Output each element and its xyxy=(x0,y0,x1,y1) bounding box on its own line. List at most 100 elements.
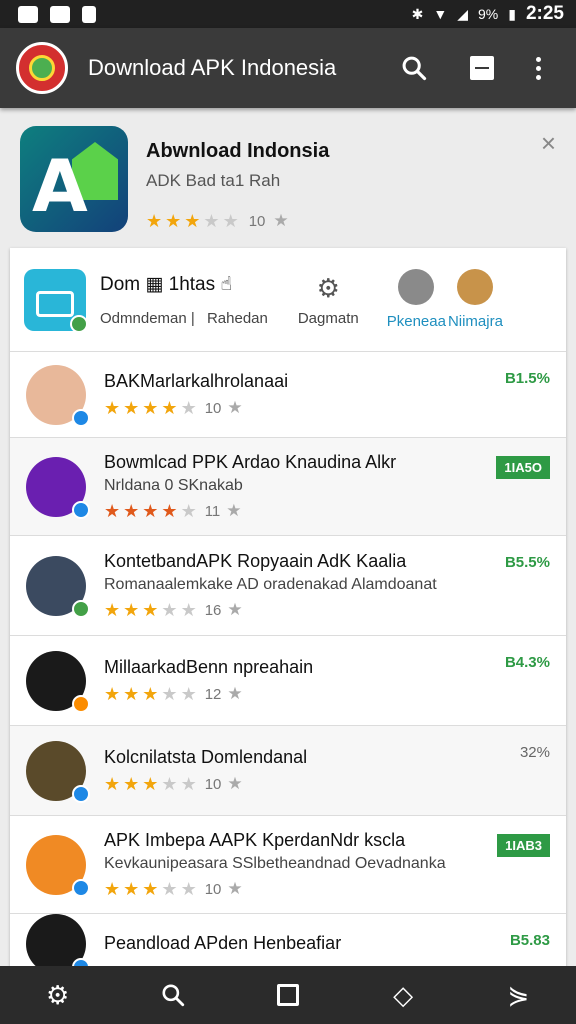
verified-badge-icon xyxy=(72,599,90,618)
app-icon xyxy=(26,555,90,618)
window-button[interactable] xyxy=(460,46,504,90)
star-icon: ★ xyxy=(180,774,197,794)
featured-subtitle: ADK Bad ta1 Rah xyxy=(146,171,281,190)
category-main[interactable]: Dom ▦ 1htas ☝ Odmndeman | Rahedan xyxy=(100,273,268,327)
rating-count: 10 xyxy=(204,399,222,417)
app-icon xyxy=(26,834,90,897)
square-icon xyxy=(470,56,494,80)
star-icon: ★ xyxy=(226,501,242,520)
app-subtitle: Kevkaunipeasara SSlbetheandnad Oevadnank… xyxy=(104,855,446,872)
star-rating: ★ ★ ★ ★ ★ xyxy=(104,775,197,793)
star-icon: ★ xyxy=(142,501,159,521)
star-icon: ★ xyxy=(227,600,243,619)
category-pkeneaa[interactable]: Pkeneaa xyxy=(387,269,446,330)
star-icon: ★ xyxy=(123,501,140,521)
app-rating: ★ ★ ★ ★ ★ 10 ★ xyxy=(104,879,566,899)
star-icon: ★ xyxy=(180,684,197,704)
landscape-icon xyxy=(457,269,494,305)
store-icon: ▦ xyxy=(145,273,164,295)
star-icon: ★ xyxy=(161,398,178,418)
star-icon: ★ xyxy=(161,774,178,794)
search-nav-button[interactable] xyxy=(148,970,198,1020)
overflow-menu-button[interactable] xyxy=(516,46,560,90)
category-label: Pkeneaa xyxy=(386,313,446,330)
tag-button[interactable]: ◇ xyxy=(378,970,428,1020)
star-icon: ★ xyxy=(165,211,182,231)
bottom-navigation: ⚙ ◇ ⋟ xyxy=(0,966,576,1024)
app-list-item[interactable]: Kolcnilatsta Domlendanal ★ ★ ★ ★ ★ 10 ★ 32% xyxy=(10,726,566,816)
home-button[interactable] xyxy=(263,970,313,1020)
category-icon[interactable] xyxy=(24,268,88,333)
star-rating: ★ ★ ★ ★ ★ xyxy=(104,399,197,417)
star-icon: ★ xyxy=(180,501,197,521)
app-list-item[interactable]: Peandload APden Henbeafiar B5.83 xyxy=(10,913,566,976)
category-label: Niimajra xyxy=(447,313,503,330)
featured-rating: ★ ★ ★ ★ ★ 10 ★ xyxy=(146,211,556,231)
category-niimajra[interactable]: Niimajra xyxy=(448,269,503,330)
star-icon: ★ xyxy=(227,774,243,793)
featured-app[interactable]: A Abwnload Indonsia ADK Bad ta1 Rah ★ ★ ★ ★… xyxy=(0,116,576,246)
apps-button[interactable]: ⚙ xyxy=(33,970,83,1020)
star-icon: ★ xyxy=(142,879,159,899)
app-list-item[interactable]: KontetbandAPK Ropyaain AdK Kaalia Romanaa… xyxy=(10,536,566,636)
app-list-item[interactable]: BAKMarlarkalhrolanaai ★ ★ ★ ★ ★ 10 ★ B1.5% xyxy=(10,352,566,438)
app-list-item[interactable]: Bowmlcad PPK Ardao Knaudina Alkr Nrldana … xyxy=(10,438,566,536)
star-icon: ★ xyxy=(203,211,220,231)
app-stat-badge: B5.5% xyxy=(504,554,550,571)
star-rating: ★ ★ ★ ★ ★ xyxy=(146,212,239,230)
search-icon xyxy=(402,56,427,81)
star-icon: ★ xyxy=(227,398,243,417)
star-icon: ★ xyxy=(123,398,140,418)
tap-icon: ☝ xyxy=(220,273,232,295)
clock: 2:25 xyxy=(525,3,564,24)
star-rating: ★ ★ ★ ★ ★ xyxy=(104,502,197,520)
star-icon: ★ xyxy=(104,774,121,794)
app-rating: ★ ★ ★ ★ ★ 16 ★ xyxy=(104,600,566,620)
app-rating: ★ ★ ★ ★ ★ 10 ★ xyxy=(104,398,566,418)
category-row: Dom ▦ 1htas ☝ Odmndeman | Rahedan ⚙ Dagm… xyxy=(10,248,566,352)
star-icon: ★ xyxy=(123,879,140,899)
star-icon: ★ xyxy=(222,211,239,231)
star-icon: ★ xyxy=(180,879,197,899)
app-list-item[interactable]: APK Imbepa AAPK KperdanNdr kscla Kevkauni… xyxy=(10,816,566,914)
app-list: Dom ▦ 1htas ☝ Odmndeman | Rahedan ⚙ Dagm… xyxy=(10,248,566,976)
app-stat-badge: 32% xyxy=(519,744,550,761)
app-stat-badge: 1IAB3 xyxy=(497,834,550,857)
search-button[interactable] xyxy=(392,46,436,90)
star-icon: ★ xyxy=(104,501,121,521)
featured-app-icon: A xyxy=(20,126,128,232)
home-icon xyxy=(276,984,299,1006)
rating-count: 11 xyxy=(204,502,221,520)
app-logo[interactable] xyxy=(16,42,68,94)
close-button[interactable]: × xyxy=(541,128,556,159)
star-icon: ★ xyxy=(142,398,159,418)
category-label: Odmndeman xyxy=(100,309,187,327)
category-dagmatn[interactable]: ⚙ Dagmatn xyxy=(298,273,359,327)
star-icon: ★ xyxy=(142,684,159,704)
star-icon: ★ xyxy=(123,684,140,704)
star-icon: ★ xyxy=(142,774,159,794)
share-button[interactable]: ⋟ xyxy=(493,970,543,1020)
star-icon: ★ xyxy=(104,879,121,899)
app-icon xyxy=(26,913,90,976)
tag-icon: ◇ xyxy=(393,979,414,1010)
star-icon: ★ xyxy=(123,600,140,620)
app-list-item[interactable]: MillaarkadBenn npreahain ★ ★ ★ ★ ★ 12 ★ B4.3% xyxy=(10,636,566,726)
more-vert-icon xyxy=(535,56,541,80)
star-icon: ★ xyxy=(161,879,178,899)
verified-badge-icon xyxy=(72,784,90,803)
verified-badge-icon xyxy=(72,878,90,897)
app-title: Kolcnilatsta Domlendanal xyxy=(104,747,308,767)
star-rating: ★ ★ ★ ★ ★ xyxy=(104,685,197,703)
star-icon: ★ xyxy=(104,684,121,704)
status-bar: ✱ ▼ ◢ 9% ▮ 2:25 xyxy=(0,0,576,28)
app-title: Download APK Indonesia xyxy=(88,55,337,80)
star-icon: ★ xyxy=(142,600,159,620)
search-icon xyxy=(162,984,184,1007)
star-icon: ★ xyxy=(273,211,289,230)
battery-percent: 9% xyxy=(478,6,499,22)
app-stat-badge: B1.5% xyxy=(504,370,550,387)
star-rating: ★ ★ ★ ★ ★ xyxy=(104,601,197,619)
rating-count: 10 xyxy=(204,880,222,898)
clipboard-icon xyxy=(82,5,96,23)
